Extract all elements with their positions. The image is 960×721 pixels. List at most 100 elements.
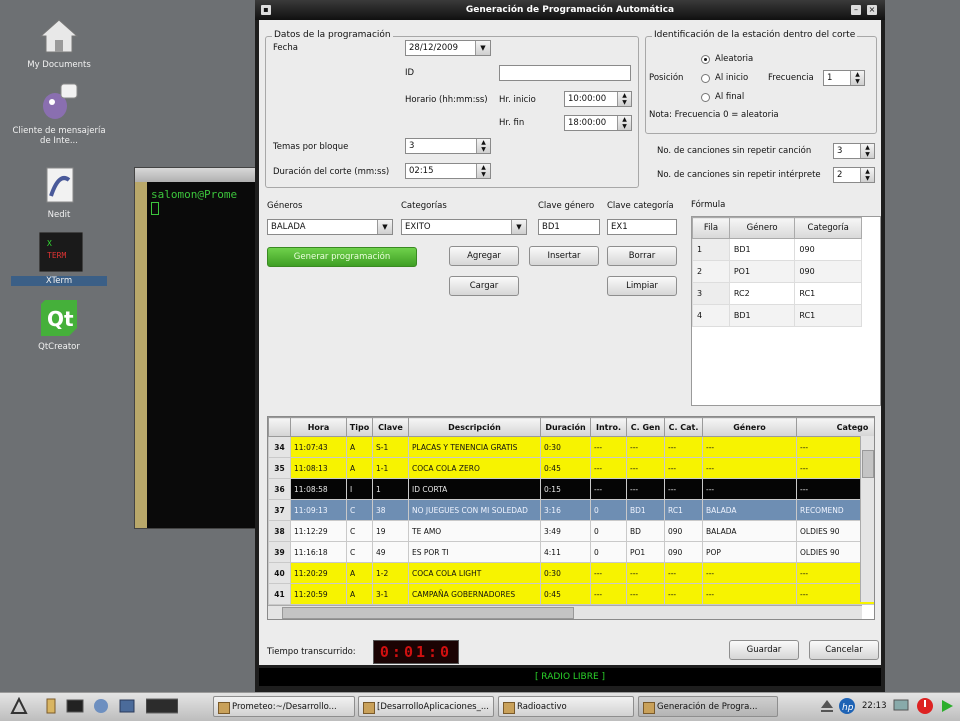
desktop-icon-messenger[interactable]: Cliente de mensajería de Inte... — [11, 82, 107, 146]
eject-icon[interactable] — [818, 697, 836, 715]
taskbar-item-folder[interactable]: [DesarrolloAplicaciones_... — [358, 696, 494, 717]
taskbar-item-generacion[interactable]: Generación de Progra... — [638, 696, 778, 717]
window-menu-icon[interactable]: ▪ — [261, 5, 271, 15]
limpiar-button[interactable]: Limpiar — [607, 276, 677, 296]
table-row[interactable]: 2 PO1 090 — [692, 260, 862, 283]
play-icon[interactable] — [938, 697, 956, 715]
generar-programacion-button[interactable]: Generar programación — [267, 247, 417, 267]
browser-icon[interactable] — [92, 697, 110, 715]
frecuencia-spinbox[interactable]: 1 ▲ ▼ — [823, 70, 865, 86]
hp-logo-icon[interactable]: hp — [838, 697, 856, 715]
chevron-down-icon[interactable]: ▼ — [377, 220, 392, 234]
spin-arrows-icon[interactable]: ▲ ▼ — [476, 164, 490, 178]
posicion-label: Posición — [649, 73, 684, 83]
radio-al-inicio[interactable] — [701, 74, 710, 83]
desktop-switch-icon[interactable] — [118, 697, 136, 715]
generos-combobox[interactable]: BALADA ▼ — [267, 219, 393, 235]
sin-repetir-interprete-spinbox[interactable]: 2 ▲ ▼ — [833, 167, 875, 183]
insertar-button[interactable]: Insertar — [529, 246, 599, 266]
borrar-button[interactable]: Borrar — [607, 246, 677, 266]
column-header[interactable] — [268, 417, 291, 437]
column-header[interactable]: Intro. — [590, 417, 627, 437]
table-row[interactable]: 39 11:16:18 C 49 ES POR TI 4:11 0 PO1 090 POP OLDI… — [268, 541, 874, 563]
table-row[interactable]: 38 11:12:29 C 19 TE AMO 3:49 0 BD 090 BALADA OLDIE… — [268, 520, 874, 542]
table-cell: 0:45 — [540, 583, 591, 605]
start-menu-icon[interactable] — [10, 696, 28, 715]
radio-al-final[interactable] — [701, 93, 710, 102]
cancelar-button[interactable]: Cancelar — [809, 640, 879, 660]
hr-fin-spinbox[interactable]: 18:00:00 ▲ ▼ — [564, 115, 632, 131]
table-row[interactable]: 35 11:08:13 A 1-1 COCA COLA ZERO 0:45 --- --- --… — [268, 457, 874, 479]
desktop-icon-nedit[interactable]: Nedit — [11, 166, 107, 220]
column-header[interactable]: Fila — [692, 217, 730, 239]
spin-arrows-icon[interactable]: ▲ ▼ — [476, 139, 490, 153]
clave-categoria-field[interactable]: EX1 — [607, 219, 677, 235]
formula-table[interactable]: Fila Género Categoría 1 BD1 090 2 PO1 09… — [691, 216, 881, 406]
close-icon[interactable]: × — [867, 5, 877, 15]
monitor-icon[interactable] — [892, 697, 910, 715]
scrollbar-thumb[interactable] — [862, 450, 874, 478]
terminal-launcher-icon[interactable] — [66, 697, 84, 715]
column-header[interactable]: Duración — [540, 417, 591, 437]
chevron-down-icon[interactable]: ▼ — [511, 220, 526, 234]
id-input[interactable] — [499, 65, 631, 81]
table-row[interactable]: 36 11:08:58 I 1 ID CORTA 0:15 --- --- --- --- --- — [268, 478, 874, 500]
table-cell: 0:30 — [540, 562, 591, 584]
terminal-window[interactable]: salomon@Prome — [134, 167, 258, 529]
table-row[interactable]: 34 11:07:43 A S-1 PLACAS Y TENENCIA GRATIS 0:… — [268, 436, 874, 458]
desktop-icon-xterm[interactable]: X TERM XTerm — [11, 231, 107, 286]
table-row[interactable]: 40 11:20:29 A 1-2 COCA COLA LIGHT 0:30 --- --- -… — [268, 562, 874, 584]
column-header[interactable]: C. Cat. — [664, 417, 703, 437]
fecha-label: Fecha — [273, 43, 298, 53]
categorias-combobox[interactable]: EXITO ▼ — [401, 219, 527, 235]
window-titlebar[interactable]: Generación de Programación Automática — [255, 0, 885, 20]
terminal-titlebar[interactable] — [135, 168, 257, 182]
spin-arrows-icon[interactable]: ▲ ▼ — [860, 144, 874, 158]
table-row[interactable]: 3 RC2 RC1 — [692, 282, 862, 305]
desktop-icon-my-documents[interactable]: My Documents — [11, 16, 107, 70]
terminal-scrollbar[interactable] — [135, 182, 147, 528]
duracion-spinbox[interactable]: 02:15 ▲ ▼ — [405, 163, 491, 179]
spin-arrows-icon[interactable]: ▲ ▼ — [617, 116, 631, 130]
column-header[interactable]: Catego — [796, 417, 874, 437]
folder-icon[interactable] — [44, 697, 62, 715]
table-cell: 1 — [372, 478, 409, 500]
column-header[interactable]: Descripción — [408, 417, 541, 437]
column-header[interactable]: Género — [702, 417, 797, 437]
table-row[interactable]: 4 BD1 RC1 — [692, 304, 862, 327]
fecha-date-field[interactable]: 28/12/2009 ▼ — [405, 40, 491, 56]
taskbar-item-radioactivo[interactable]: Radioactivo — [498, 696, 634, 717]
cargar-button[interactable]: Cargar — [449, 276, 519, 296]
agregar-button[interactable]: Agregar — [449, 246, 519, 266]
taskbar-item-terminal[interactable]: Prometeo:~/Desarrollo... — [213, 696, 355, 717]
spin-arrows-icon[interactable]: ▲ ▼ — [860, 168, 874, 182]
spin-arrows-icon[interactable]: ▲ ▼ — [617, 92, 631, 106]
table-cell: --- — [702, 562, 797, 584]
radio-aleatoria[interactable] — [701, 55, 710, 64]
table-row[interactable]: 1 BD1 090 — [692, 238, 862, 261]
column-header[interactable]: Hora — [290, 417, 347, 437]
hr-inicio-spinbox[interactable]: 10:00:00 ▲ ▼ — [564, 91, 632, 107]
clave-genero-field[interactable]: BD1 — [538, 219, 600, 235]
desktop-icon-qtcreator[interactable]: Qt QtCreator — [11, 298, 107, 352]
chevron-down-icon[interactable]: ▼ — [475, 41, 490, 55]
vertical-scrollbar[interactable] — [860, 436, 874, 602]
power-icon[interactable] — [916, 697, 934, 715]
column-header[interactable]: Categoría — [794, 217, 862, 239]
column-header[interactable]: Tipo — [346, 417, 373, 437]
column-header[interactable]: Clave — [372, 417, 409, 437]
minimize-icon[interactable]: – — [851, 5, 861, 15]
sin-repetir-cancion-spinbox[interactable]: 3 ▲ ▼ — [833, 143, 875, 159]
table-cell: PLACAS Y TENENCIA GRATIS — [408, 436, 541, 458]
programacion-table[interactable]: Hora Tipo Clave Descripción Duración Int… — [267, 416, 875, 620]
spin-arrows-icon[interactable]: ▲ ▼ — [850, 71, 864, 85]
guardar-button[interactable]: Guardar — [729, 640, 799, 660]
table-row[interactable]: 41 11:20:59 A 3-1 CAMPAÑA GOBERNADORES 0:45 --… — [268, 583, 874, 605]
column-header[interactable]: Género — [728, 217, 796, 239]
scrollbar-thumb[interactable] — [282, 607, 574, 619]
workspace-pager[interactable] — [145, 697, 179, 715]
column-header[interactable]: C. Gen — [626, 417, 665, 437]
table-row[interactable]: 37 11:09:13 C 38 NO JUEGUES CON MI SOLEDAD 3:… — [268, 499, 874, 521]
temas-spinbox[interactable]: 3 ▲ ▼ — [405, 138, 491, 154]
horizontal-scrollbar[interactable] — [268, 605, 862, 619]
